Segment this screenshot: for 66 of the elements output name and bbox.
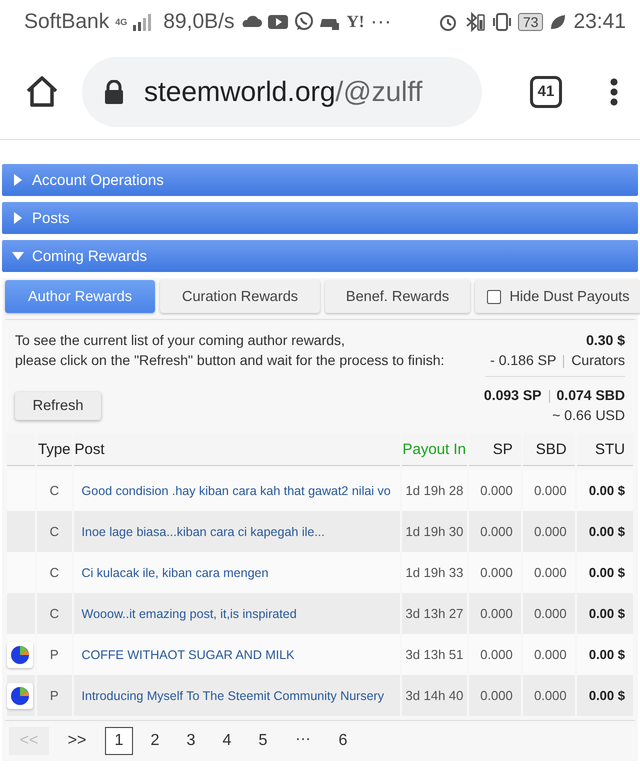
alarm-icon xyxy=(438,12,458,32)
page-button[interactable]: 4 xyxy=(213,727,241,755)
clock-time: 23:41 xyxy=(573,10,626,34)
leaf-icon xyxy=(549,13,568,31)
table-cell: 0.000 xyxy=(468,593,521,634)
chat-bubble-icon xyxy=(294,12,314,32)
table-cell: C xyxy=(37,593,72,634)
total-payout: 0.30 $ xyxy=(586,331,625,350)
table-cell: 0.000 xyxy=(522,675,575,716)
table-cell: 0.00 $ xyxy=(576,593,633,634)
section-title: Coming Rewards xyxy=(32,248,148,264)
battery-level: 73 xyxy=(518,13,544,31)
table-cell: P xyxy=(37,675,72,716)
hide-dust-checkbox[interactable]: Hide Dust Payouts xyxy=(475,280,640,313)
table-cell: 0.000 xyxy=(522,593,575,634)
page-button[interactable]: 2 xyxy=(141,727,169,755)
url-text: steemworld.org/@zulff xyxy=(144,76,422,108)
more-notifications-icon: ··· xyxy=(370,10,392,34)
home-icon[interactable] xyxy=(24,75,60,108)
caret-icon xyxy=(12,250,24,262)
rewards-tab[interactable]: Benef. Rewards xyxy=(325,280,470,313)
usd-amount: ~ 0.66 USD xyxy=(552,406,625,425)
rewards-tab[interactable]: Curation Rewards xyxy=(160,280,320,313)
checkbox-icon[interactable] xyxy=(487,290,502,304)
network-speed: 89,0B/s xyxy=(163,10,234,34)
page-ellipsis: … xyxy=(294,727,312,746)
post-link[interactable]: Introducing Myself To The Steemit Community Nursery xyxy=(74,675,400,716)
curators-amount: - 0.186 SP xyxy=(490,352,556,368)
pie-chart-icon[interactable] xyxy=(7,682,33,708)
bluetooth-battery-icon xyxy=(464,12,486,32)
table-cell: 3d 14h 40 xyxy=(402,675,467,716)
lock-icon xyxy=(102,80,126,104)
table-cell: 1d 19h 30 xyxy=(402,511,467,552)
caret-icon xyxy=(12,174,24,186)
page-button[interactable]: 3 xyxy=(177,727,205,755)
post-link[interactable]: Wooow..it emazing post, it,is inspirated xyxy=(74,593,400,634)
table-cell: 0.000 xyxy=(522,511,575,552)
play-icon xyxy=(268,13,288,31)
app-logo: Y! xyxy=(346,12,364,32)
signal-icon xyxy=(133,13,152,31)
table-cell: C xyxy=(37,511,72,552)
carrier-name: SoftBank xyxy=(24,10,110,34)
vibrate-icon xyxy=(492,12,512,32)
network-type-label: 4G xyxy=(115,18,128,26)
address-bar[interactable]: steemworld.org/@zulff xyxy=(82,56,482,126)
caret-icon xyxy=(12,212,24,224)
table-cell: 0.00 $ xyxy=(576,675,633,716)
table-cell: 0.00 $ xyxy=(576,511,633,552)
page-button[interactable]: 5 xyxy=(249,727,277,755)
menu-icon[interactable] xyxy=(610,78,618,106)
section-title: Account Operations xyxy=(32,172,164,188)
curators-label: Curators xyxy=(571,352,625,368)
refresh-button[interactable]: Refresh xyxy=(15,392,101,420)
table-cell: 0.000 xyxy=(468,511,521,552)
instruction-text: To see the current list of your coming author rewards, please click on the "Refresh" button and wait for the process to finish: xyxy=(15,331,446,370)
table-cell: 3d 13h 27 xyxy=(402,593,467,634)
section-title: Posts xyxy=(32,210,70,226)
sbd-amount: 0.074 SBD xyxy=(556,387,625,403)
page-nav-button[interactable]: >> xyxy=(57,727,97,755)
pie-chart-icon[interactable] xyxy=(7,642,33,668)
sp-amount: 0.093 SP xyxy=(484,387,542,403)
page-button[interactable]: 6 xyxy=(329,727,357,755)
page-button[interactable]: 1 xyxy=(105,727,133,755)
tab-count-button[interactable]: 41 xyxy=(530,76,562,108)
table-cell: 0.000 xyxy=(468,675,521,716)
post-link[interactable]: Inoe lage biasa...kiban cara ci kapegah ile... xyxy=(74,511,400,552)
